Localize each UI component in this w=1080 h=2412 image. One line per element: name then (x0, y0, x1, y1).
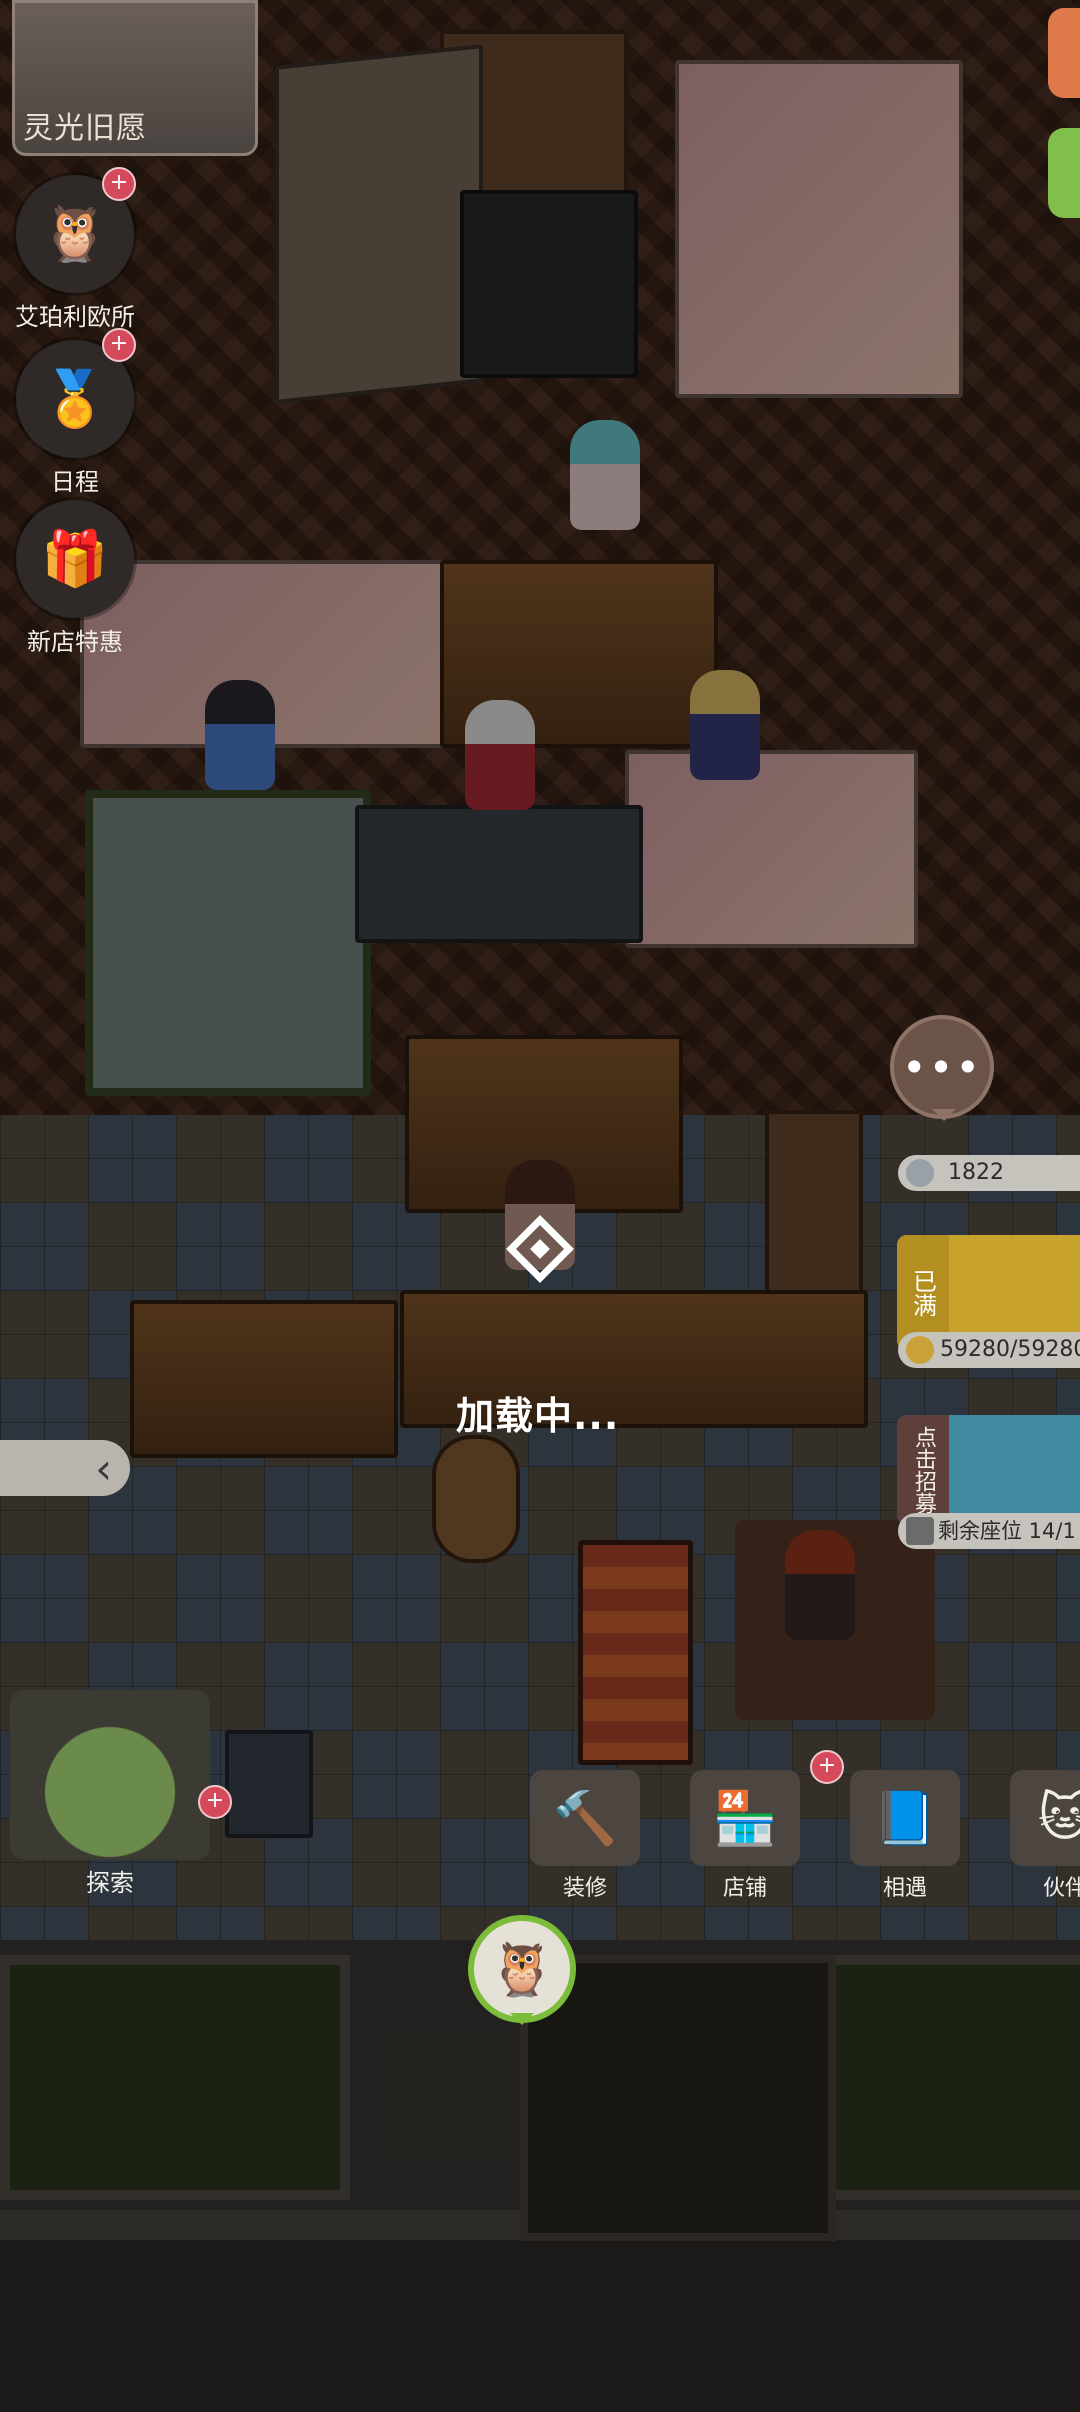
npc-owl-marker[interactable]: 🦉 (468, 1915, 576, 2025)
currency-counter: 1822 (898, 1155, 1080, 1191)
cat-partner-icon: 🐱 (1010, 1770, 1080, 1866)
right-edge-button-green[interactable] (1048, 128, 1080, 218)
seat-icon (906, 1517, 934, 1545)
loading-text: 加载中... (456, 1394, 620, 1438)
notification-badge: + (198, 1785, 232, 1819)
event-banner-label: 灵光旧愿 (23, 111, 147, 146)
game-scene (0, 0, 1080, 2412)
side-button-apollo-office[interactable]: 🦉 艾珀利欧所 + (10, 167, 140, 332)
hammer-icon: 🔨 (530, 1770, 640, 1866)
partner-button[interactable]: 🐱 伙伴 (1000, 1770, 1080, 1901)
event-banner[interactable]: 灵光旧愿 (12, 0, 258, 156)
side-button-label: 新店特惠 (27, 628, 123, 656)
encounter-button[interactable]: 📘 相遇 + (810, 1750, 970, 1901)
encounter-icon: 📘 (850, 1770, 960, 1866)
capacity-value: 59280/59280 (940, 1337, 1080, 1362)
side-button-schedule[interactable]: 🏅 日程 + (10, 328, 140, 497)
coin-icon (906, 1159, 934, 1187)
decorate-button[interactable]: 🔨 装修 (520, 1770, 650, 1901)
gold-coin-icon (906, 1336, 934, 1364)
side-button-label: 艾珀利欧所 (15, 303, 135, 331)
shop-button[interactable]: 🏪 店铺 (680, 1770, 810, 1901)
shop-label: 店铺 (722, 1876, 767, 1901)
loading-dim-overlay (0, 0, 1080, 2412)
currency-value: 1822 (948, 1160, 1004, 1185)
side-button-new-store-deal[interactable]: 🎁 新店特惠 (10, 500, 140, 657)
expand-left-panel-button[interactable]: ‹ (0, 1440, 130, 1496)
capacity-counter: 59280/59280 (898, 1332, 1080, 1368)
notification-badge: + (102, 328, 136, 362)
pinwheel-map-icon (10, 1690, 210, 1860)
explore-label: 探索 (86, 1869, 134, 1897)
chevron-left-icon: ‹ (95, 1443, 112, 1493)
bottom-action-bar: 🔨 装修 🏪 店铺 📘 相遇 + 🐱 伙伴 (520, 1750, 1080, 1901)
seat-counter: 剩余座位 14/1 (898, 1513, 1080, 1549)
more-options-button[interactable]: ••• (890, 1015, 994, 1121)
notification-badge: + (102, 167, 136, 201)
explore-button[interactable]: + 探索 (10, 1690, 232, 1897)
loading-indicator: 加载中... (0, 1215, 1080, 1438)
notification-badge: + (810, 1750, 844, 1784)
recruit-tag: 点击招募 (897, 1415, 949, 1525)
loading-diamond-icon (506, 1215, 574, 1283)
decorate-label: 装修 (562, 1876, 607, 1901)
shop-icon: 🏪 (690, 1770, 800, 1866)
gift-box-icon: 🎁 (16, 500, 134, 618)
recruit-card[interactable]: 点击招募 (897, 1415, 1080, 1525)
side-button-label: 日程 (51, 468, 99, 496)
owl-face-icon: 🦉 (489, 1939, 555, 2000)
right-edge-button-orange[interactable] (1048, 8, 1080, 98)
partner-label: 伙伴 (1042, 1876, 1080, 1901)
seat-value: 剩余座位 14/1 (938, 1519, 1076, 1543)
encounter-label: 相遇 (882, 1876, 927, 1901)
